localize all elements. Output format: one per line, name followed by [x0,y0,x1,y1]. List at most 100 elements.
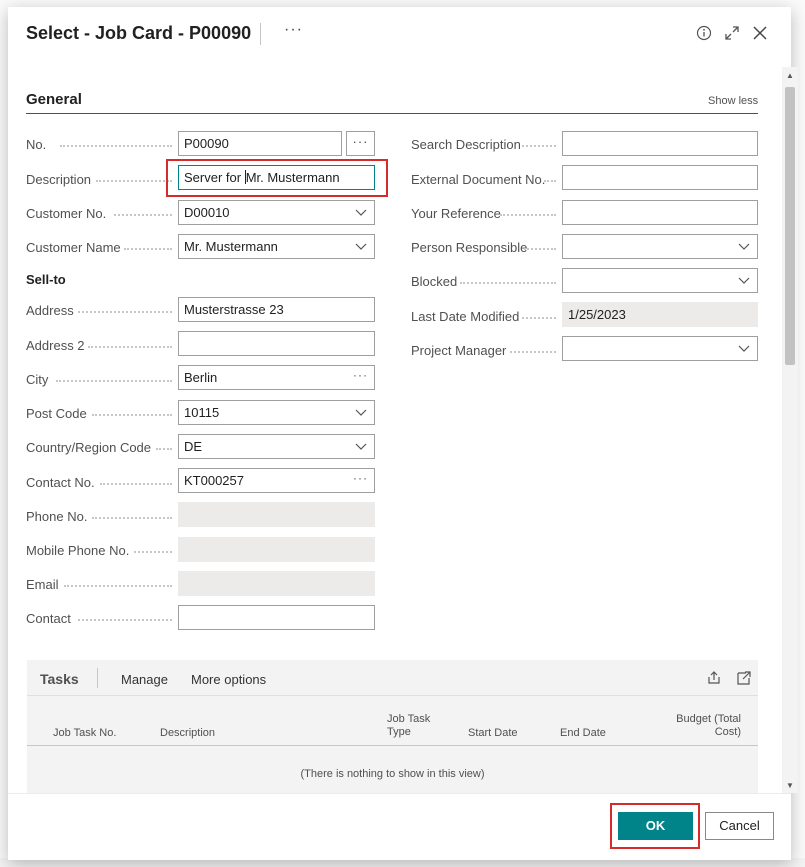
field-label-description: Description [26,172,92,187]
chevron-down-icon [355,243,367,250]
field-label-person-responsible: Person Responsible [411,240,528,255]
no-assist-button[interactable]: ··· [346,131,375,156]
your-reference-field[interactable] [562,200,758,225]
chevron-down-icon [355,409,367,416]
label-leader [544,180,556,182]
column-header-job-task-type[interactable]: Job Task Type [387,713,437,739]
label-leader [64,585,172,587]
share-icon[interactable] [706,670,722,686]
select-job-card-dialog: Select - Job Card - P00090 ··· General S… [8,7,798,860]
contact-field[interactable] [178,605,375,630]
label-leader [78,619,172,621]
tasks-title: Tasks [40,671,79,687]
label-leader [92,517,172,519]
city-assist-icon[interactable]: ··· [353,368,368,382]
contact-no-field[interactable]: KT000257 ··· [178,468,375,493]
label-leader [500,214,556,216]
field-label-phone-no: Phone No. [26,509,88,524]
field-label-country-region-code: Country/Region Code [26,440,152,455]
contact-no-assist-icon[interactable]: ··· [353,471,368,485]
chevron-down-icon [355,209,367,216]
label-leader [88,346,172,348]
label-leader [524,248,556,250]
field-label-customer-no: Customer No. [26,206,107,221]
address-field[interactable]: Musterstrasse 23 [178,297,375,322]
column-header-budget-total-cost[interactable]: Budget (Total Cost) [663,713,741,739]
title-more-button[interactable]: ··· [284,21,303,39]
label-leader [78,311,172,313]
scroll-down-arrow-icon[interactable]: ▼ [782,781,798,793]
field-label-email: Email [26,577,59,592]
section-divider [26,113,758,114]
person-responsible-dropdown[interactable] [562,234,758,259]
expand-icon[interactable] [722,23,742,43]
label-leader [124,248,172,250]
close-icon[interactable] [750,23,770,43]
chevron-down-icon [738,277,750,284]
country-region-code-dropdown[interactable]: DE [178,434,375,459]
blocked-dropdown[interactable] [562,268,758,293]
column-header-description[interactable]: Description [160,727,215,740]
show-less-link[interactable]: Show less [708,95,758,107]
label-leader [56,380,172,382]
label-leader [92,414,172,416]
scroll-up-arrow-icon[interactable]: ▲ [782,71,798,81]
label-leader [60,145,172,147]
label-leader [522,145,556,147]
field-label-contact: Contact [26,611,71,626]
title-separator [260,23,261,45]
ok-button[interactable]: OK [618,812,693,840]
address-2-field[interactable] [178,331,375,356]
project-manager-dropdown[interactable] [562,336,758,361]
label-leader [522,317,556,319]
field-label-address: Address [26,303,74,318]
label-leader [114,214,172,216]
label-leader [156,448,172,450]
chevron-down-icon [355,443,367,450]
dialog-footer: OK Cancel [8,793,791,860]
external-document-no-field[interactable] [562,165,758,190]
post-code-dropdown[interactable]: 10115 [178,400,375,425]
tasks-more-options-action[interactable]: More options [191,672,266,687]
tasks-separator [97,668,98,688]
city-field[interactable]: Berlin ··· [178,365,375,390]
dialog-scrollbar[interactable]: ▲ ▼ [782,67,798,793]
column-header-start-date[interactable]: Start Date [468,727,518,740]
customer-name-dropdown[interactable]: Mr. Mustermann [178,234,375,259]
field-label-project-manager: Project Manager [411,343,507,358]
scroll-thumb[interactable] [785,87,795,365]
label-leader [460,282,556,284]
tasks-manage-action[interactable]: Manage [121,672,168,687]
no-field[interactable]: P00090 [178,131,342,156]
field-label-external-document-no: External Document No. [411,172,546,187]
dialog-header: Select - Job Card - P00090 ··· [8,7,791,63]
dialog-content: General Show less No. P00090 ··· Descrip… [8,63,774,793]
mobile-phone-no-field [178,537,375,562]
tasks-empty-message: (There is nothing to show in this view) [300,768,485,780]
tasks-part: Tasks Manage More options Job Task No. D… [27,660,758,793]
description-field[interactable]: Server for Mr. Mustermann [178,165,375,190]
last-date-modified-field: 1/25/2023 [562,302,758,327]
field-label-city: City [26,372,49,387]
field-label-blocked: Blocked [411,274,458,289]
info-icon[interactable] [694,23,714,43]
sell-to-heading: Sell-to [26,272,66,287]
column-header-end-date[interactable]: End Date [560,727,606,740]
label-leader [134,551,172,553]
field-label-no: No. [26,137,47,152]
tasks-header-divider [27,745,758,746]
field-label-mobile-phone-no: Mobile Phone No. [26,543,130,558]
cancel-button[interactable]: Cancel [705,812,774,840]
customer-no-dropdown[interactable]: D00010 [178,200,375,225]
field-label-post-code: Post Code [26,406,87,421]
phone-no-field [178,502,375,527]
field-label-address-2: Address 2 [26,338,85,353]
open-in-new-icon[interactable] [736,670,752,686]
field-label-search-description: Search Description [411,137,521,152]
field-label-contact-no: Contact No. [26,475,95,490]
label-leader [510,351,556,353]
search-description-field[interactable] [562,131,758,156]
chevron-down-icon [738,345,750,352]
dialog-title: Select - Job Card - P00090 [26,23,252,43]
column-header-job-task-no[interactable]: Job Task No. [53,727,116,740]
